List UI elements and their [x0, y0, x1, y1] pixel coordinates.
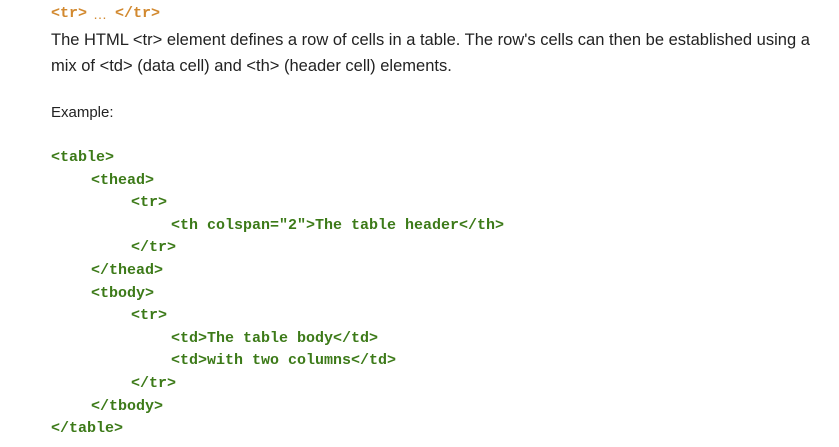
code-line: <thead>	[91, 171, 155, 189]
code-line: </tbody>	[91, 397, 164, 415]
code-line: </thead>	[91, 261, 164, 279]
element-description: The HTML <tr> element defines a row of c…	[51, 31, 810, 75]
code-line: </table>	[51, 420, 124, 438]
close-tag: </tr>	[115, 5, 161, 22]
code-line: <td>with two columns</td>	[171, 352, 397, 370]
tag-ellipsis: …	[93, 6, 108, 22]
open-tag: <tr>	[51, 5, 88, 22]
code-line: <tbody>	[91, 284, 155, 302]
code-example: <table> <thead> <tr> <th colspan="2">The ta…	[51, 147, 811, 441]
code-line: </tr>	[131, 239, 177, 257]
code-line: </tr>	[131, 374, 177, 392]
code-line: <th colspan="2">The table header</th>	[171, 216, 505, 234]
code-line: <tr>	[131, 307, 168, 325]
element-title: <tr> … </tr>	[51, 3, 160, 25]
example-label: Example:	[51, 104, 114, 121]
reference-entry: <tr> … </tr> The HTML <tr> element defin…	[51, 0, 839, 447]
code-line: <td>The table body</td>	[171, 329, 379, 347]
code-line: <table>	[51, 149, 115, 166]
code-line: <tr>	[131, 194, 168, 212]
